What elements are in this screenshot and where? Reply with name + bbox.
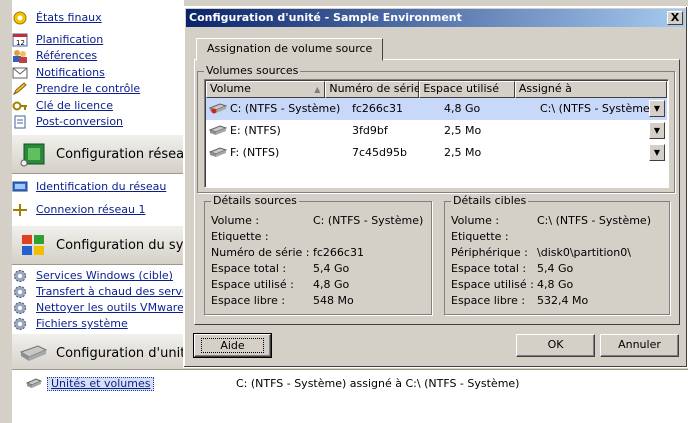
help-button[interactable]: Aide bbox=[193, 333, 272, 358]
detail-label: Espace utilisé : bbox=[211, 278, 294, 291]
volumes-list[interactable]: Volume ▲ Numéro de série Espace utilisé A… bbox=[204, 79, 669, 188]
sidebar-item-nettoyer-vmware[interactable]: Nettoyer les outils VMware bbox=[12, 300, 184, 315]
sort-ascending-icon: ▲ bbox=[314, 85, 321, 94]
table-row[interactable]: E: (NTFS) 3fd9bf 2,5 Mo ▼ bbox=[206, 120, 667, 142]
detail-label: Volume : bbox=[211, 214, 260, 227]
windows-logo-icon bbox=[18, 230, 48, 260]
detail-label: Volume : bbox=[451, 214, 500, 227]
detail-label: Espace libre : bbox=[451, 294, 526, 307]
detail-label: Etiquette : bbox=[451, 230, 509, 243]
detail-value: 5,4 Go bbox=[313, 262, 350, 275]
svg-text:12: 12 bbox=[16, 39, 25, 47]
sidebar-item-fichiers-systeme[interactable]: Fichiers système bbox=[12, 316, 128, 331]
network-config-icon bbox=[18, 139, 48, 169]
document-icon bbox=[12, 115, 28, 129]
detail-value: 548 Mo bbox=[313, 294, 354, 307]
group-label: Configuration d'unité bbox=[56, 345, 184, 361]
detail-value: C:\ (NTFS - Système) bbox=[537, 214, 651, 227]
group-configuration-systeme[interactable]: Configuration du système bbox=[12, 225, 184, 265]
sidebar-item-transfert-chaud[interactable]: Transfert à chaud des serveurs bbox=[12, 284, 206, 299]
envelope-icon bbox=[12, 66, 28, 80]
assign-dropdown-button[interactable]: ▼ bbox=[649, 122, 665, 139]
table-row[interactable]: C: (NTFS - Système) fc266c31 4,8 Go C:\ … bbox=[206, 98, 667, 120]
detail-value: 5,4 Go bbox=[537, 262, 574, 275]
detail-label: Numéro de série : bbox=[211, 246, 310, 259]
sidebar-item-etats-finaux[interactable]: États finaux bbox=[12, 10, 102, 25]
sidebar-item-identification-reseau[interactable]: Identification du réseau bbox=[12, 179, 166, 194]
column-volume[interactable]: Volume ▲ bbox=[206, 81, 326, 98]
ok-button[interactable]: OK bbox=[516, 334, 595, 357]
sidebar-item-prendre-controle[interactable]: Prendre le contrôle bbox=[12, 81, 140, 96]
gear-icon bbox=[12, 301, 28, 315]
detail-label: Espace total : bbox=[211, 262, 287, 275]
gear-icon bbox=[12, 285, 28, 299]
detail-label: Espace total : bbox=[451, 262, 527, 275]
group-label: Configuration réseau bbox=[56, 146, 184, 162]
group-label: Configuration du système bbox=[56, 237, 184, 253]
disk-icon bbox=[25, 377, 43, 389]
group-configuration-reseau[interactable]: Configuration réseau bbox=[12, 134, 184, 174]
assignment-summary: C: (NTFS - Système) assigné à C:\ (NTFS … bbox=[236, 377, 520, 390]
detail-label: Etiquette : bbox=[211, 230, 269, 243]
assign-dropdown-button[interactable]: ▼ bbox=[649, 144, 665, 161]
volumes-group-label: Volumes sources bbox=[204, 64, 301, 77]
detail-label: Périphérique : bbox=[451, 246, 528, 259]
close-button[interactable]: X bbox=[667, 11, 683, 25]
pen-icon bbox=[12, 81, 28, 96]
list-header: Volume ▲ Numéro de série Espace utilisé A… bbox=[206, 81, 667, 98]
gear-icon bbox=[12, 269, 28, 283]
column-assigned[interactable]: Assigné à bbox=[514, 81, 667, 98]
sidebar-item-post-conversion[interactable]: Post-conversion bbox=[12, 114, 123, 129]
detail-value: 4,8 Go bbox=[537, 278, 574, 291]
detail-value: 4,8 Go bbox=[313, 278, 350, 291]
assign-dropdown-button[interactable]: ▼ bbox=[649, 100, 665, 117]
calendar-icon: 12 bbox=[12, 33, 28, 47]
drive-icon bbox=[208, 147, 228, 158]
key-icon bbox=[12, 99, 28, 113]
dialog-titlebar[interactable]: Configuration d'unité - Sample Environme… bbox=[186, 9, 685, 27]
drive-icon bbox=[208, 103, 228, 114]
disk-drive-icon bbox=[18, 338, 48, 368]
column-used[interactable]: Espace utilisé bbox=[419, 81, 515, 98]
detail-value: fc266c31 bbox=[313, 246, 364, 259]
detail-value: \disk0\partition0\ bbox=[537, 246, 631, 259]
detail-label: Espace utilisé : bbox=[451, 278, 534, 291]
sidebar-item-cle-licence[interactable]: Clé de licence bbox=[12, 98, 113, 113]
detail-value: 532,4 Mo bbox=[537, 294, 589, 307]
tab-assignation-volume[interactable]: Assignation de volume source bbox=[196, 38, 384, 61]
detail-value: C: (NTFS - Système) bbox=[313, 214, 424, 227]
network-id-icon bbox=[12, 180, 28, 194]
sidebar-item-notifications[interactable]: Notifications bbox=[12, 65, 105, 80]
sidebar-item-services-windows[interactable]: Services Windows (cible) bbox=[12, 268, 173, 283]
detail-label: Espace libre : bbox=[211, 294, 286, 307]
state-icon bbox=[12, 11, 28, 25]
column-serial[interactable]: Numéro de série bbox=[325, 81, 421, 98]
dialog-title: Configuration d'unité - Sample Environme… bbox=[189, 11, 462, 24]
gear-icon bbox=[12, 317, 28, 331]
sidebar-item-connexion-reseau[interactable]: Connexion réseau 1 bbox=[12, 202, 145, 217]
source-details-label: Détails sources bbox=[211, 194, 299, 207]
network-connection-icon bbox=[12, 203, 28, 217]
sidebar-item-references[interactable]: Références bbox=[12, 48, 97, 63]
sidebar-item-unites-volumes[interactable]: Unités et volumes bbox=[47, 377, 155, 391]
sidebar-item-planification[interactable]: 12 Planification bbox=[12, 32, 103, 47]
table-row[interactable]: F: (NTFS) 7c45d95b 2,5 Mo ▼ bbox=[206, 142, 667, 164]
drive-icon bbox=[208, 125, 228, 136]
users-icon bbox=[12, 49, 28, 63]
target-details-label: Détails cibles bbox=[451, 194, 529, 207]
group-configuration-unite[interactable]: Configuration d'unité bbox=[12, 333, 184, 373]
cancel-button[interactable]: Annuler bbox=[600, 334, 679, 357]
